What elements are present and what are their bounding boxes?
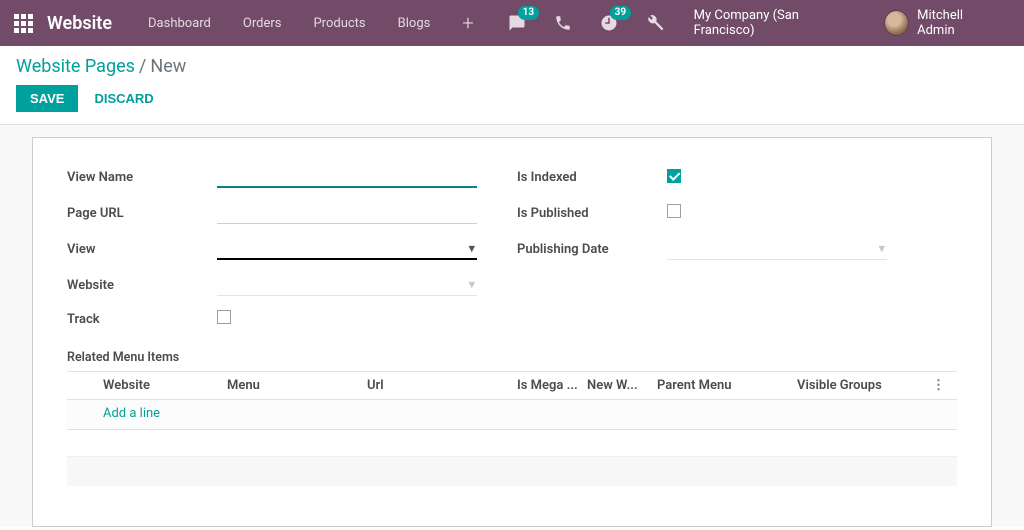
breadcrumb: Website Pages / New [16,56,1008,77]
save-button[interactable]: Save [16,85,78,112]
list-body: Add a line [67,400,957,430]
debug-icon[interactable] [634,0,676,46]
label-website: Website [67,278,217,293]
is-indexed-checkbox[interactable] [667,169,681,183]
form-sheet: View Name Is Indexed Page URL Is Publish… [32,137,992,527]
view-name-field[interactable] [217,166,477,188]
label-track: Track [67,312,217,327]
avatar [884,10,909,36]
breadcrumb-current: New [150,56,186,77]
col-neww[interactable]: New W... [587,378,657,393]
nav-orders[interactable]: Orders [229,0,296,46]
breadcrumb-sep: / [139,56,146,77]
label-is-indexed: Is Indexed [517,170,667,185]
nav-dashboard[interactable]: Dashboard [134,0,225,46]
nav-blogs[interactable]: Blogs [384,0,445,46]
label-page-url: Page URL [67,206,217,221]
label-view: View [67,242,217,257]
messages-badge: 13 [518,6,539,20]
breadcrumb-root[interactable]: Website Pages [16,56,135,77]
col-mega[interactable]: Is Mega ... [517,378,587,393]
phone-icon[interactable] [542,0,584,46]
messages-icon[interactable]: 13 [496,0,538,46]
user-menu[interactable]: Mitchell Admin [874,8,1010,38]
is-published-checkbox[interactable] [667,204,681,218]
website-field[interactable] [217,274,477,296]
apps-menu-icon[interactable] [14,14,33,33]
form-buttons: Save Discard [16,85,1008,112]
list-footer [67,456,957,486]
track-checkbox[interactable] [217,310,231,324]
col-menu[interactable]: Menu [227,378,367,393]
publishing-date-field[interactable] [667,238,887,260]
kebab-icon[interactable]: ⋮ [927,378,957,393]
col-groups[interactable]: Visible Groups [797,378,927,393]
navbar: Website Dashboard Orders Products Blogs … [0,0,1024,46]
col-parent[interactable]: Parent Menu [657,378,797,393]
add-line-button[interactable]: Add a line [67,406,957,421]
nav-new-item[interactable]: + [448,0,487,46]
app-title[interactable]: Website [47,13,112,34]
list-header: Website Menu Url Is Mega ... New W... Pa… [67,371,957,400]
label-view-name: View Name [67,170,217,185]
form-grid: View Name Is Indexed Page URL Is Publish… [67,166,957,328]
company-selector[interactable]: My Company (San Francisco) [680,8,871,38]
page-url-field[interactable] [217,202,477,224]
view-field[interactable] [217,238,477,260]
user-name: Mitchell Admin [917,8,1000,38]
label-publishing-date: Publishing Date [517,242,667,257]
nav-products[interactable]: Products [299,0,379,46]
discard-button[interactable]: Discard [94,91,153,106]
col-website[interactable]: Website [67,378,227,393]
nav-menu: Dashboard Orders Products Blogs + [134,0,488,46]
label-is-published: Is Published [517,206,667,221]
sheet-background: View Name Is Indexed Page URL Is Publish… [0,125,1024,527]
section-related-menu: Related Menu Items [67,350,957,365]
activities-icon[interactable]: 39 [588,0,630,46]
activities-badge: 39 [610,6,631,20]
col-url[interactable]: Url [367,378,517,393]
control-panel: Website Pages / New Save Discard [0,46,1024,125]
